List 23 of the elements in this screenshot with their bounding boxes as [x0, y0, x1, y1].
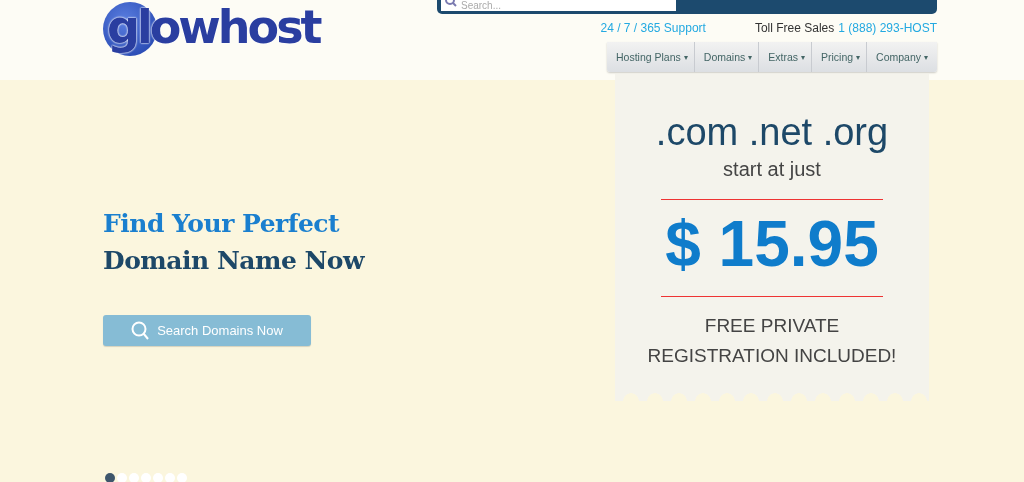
nav-menu-item[interactable]: Domains ▾ [694, 42, 760, 72]
slide-dot[interactable] [177, 473, 187, 482]
slide-dot[interactable] [129, 473, 139, 482]
slide-dot[interactable] [153, 473, 163, 482]
nav-menu-item[interactable]: Pricing ▾ [812, 42, 868, 72]
nav-menu-item[interactable]: Hosting Plans ▾ [607, 42, 695, 72]
slide-dot[interactable] [117, 473, 127, 482]
search-icon [445, 0, 457, 8]
headline: Domain Name Now [103, 245, 365, 277]
slide-dot[interactable] [165, 473, 175, 482]
price-intro: start at just [723, 158, 821, 181]
nav-menu-item[interactable]: Extras ▾ [759, 42, 812, 72]
search-icon [131, 321, 150, 340]
slide-dot[interactable] [141, 473, 151, 482]
headline: Find Your Perfect [103, 208, 341, 240]
price: $ 15.95 [665, 210, 879, 278]
slide-dot[interactable] [105, 473, 115, 482]
offer-note: REGISTRATION INCLUDED! [647, 344, 897, 368]
tld-list: .com .net .org [655, 110, 889, 154]
search-field[interactable]: Search... [441, 0, 676, 11]
nav-menu-item[interactable]: Company ▾ [867, 42, 935, 72]
offer-note: FREE PRIVATE [704, 314, 840, 338]
sales-label: Toll Free Sales [754, 21, 835, 35]
